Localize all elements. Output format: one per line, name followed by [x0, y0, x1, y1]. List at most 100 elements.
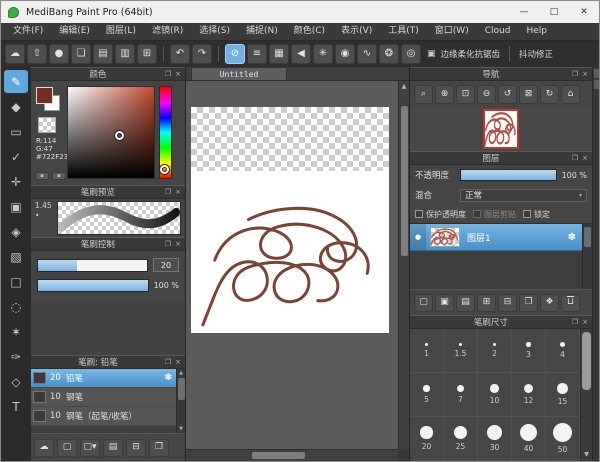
- brush-list-scrollbar[interactable]: ▲ ▼: [176, 369, 185, 433]
- brush-folder-button[interactable]: ⊟: [126, 438, 146, 457]
- hue-cursor[interactable]: [160, 165, 169, 175]
- sv-cursor[interactable]: [115, 130, 125, 140]
- layer-visibility-toggle[interactable]: ●: [410, 224, 426, 250]
- checkbox[interactable]: [415, 210, 423, 218]
- popout-icon[interactable]: ❐: [165, 70, 171, 78]
- snap-concentric-button[interactable]: ◎: [401, 44, 421, 64]
- menu-item[interactable]: 选择(S): [191, 23, 238, 40]
- menu-item[interactable]: 工具(T): [380, 23, 427, 40]
- close-icon[interactable]: ×: [582, 154, 588, 162]
- select-pen-tool[interactable]: ✑: [4, 345, 28, 368]
- add-1bit-layer-button[interactable]: ▤: [456, 293, 475, 312]
- brush-size-cell[interactable]: 25: [444, 417, 478, 461]
- menu-item[interactable]: 编辑(E): [51, 23, 98, 40]
- close-icon[interactable]: ×: [175, 240, 181, 248]
- menu-item[interactable]: 颜色(C): [286, 23, 333, 40]
- menu-item[interactable]: 滤镜(R): [144, 23, 191, 40]
- rotate-left-button[interactable]: ↺: [498, 84, 517, 104]
- brush-size-cell[interactable]: 20: [410, 417, 444, 461]
- popout-icon[interactable]: ❐: [572, 70, 578, 78]
- scrollbar-thumb[interactable]: [582, 332, 591, 390]
- snap-radial-button[interactable]: ✳: [313, 44, 333, 64]
- layer-list-scrollbar[interactable]: [582, 224, 592, 289]
- edge-toggle-button[interactable]: [593, 69, 599, 78]
- snap-grid-button[interactable]: ▦: [269, 44, 289, 64]
- operation-tool[interactable]: ✓: [4, 145, 28, 168]
- scroll-up-icon[interactable]: ▲: [402, 81, 407, 92]
- stabilizer-label[interactable]: 抖动修正: [519, 48, 553, 60]
- popout-icon[interactable]: ❐: [572, 318, 578, 326]
- close-icon[interactable]: ×: [175, 70, 181, 78]
- select-eraser-tool[interactable]: ◇: [4, 370, 28, 393]
- undo-button[interactable]: ↶: [170, 44, 190, 64]
- navigator-thumbnail[interactable]: [483, 109, 519, 149]
- close-icon[interactable]: ×: [175, 358, 181, 366]
- antialias-icon[interactable]: ▣: [427, 49, 436, 59]
- document-button[interactable]: ▤: [93, 44, 113, 64]
- brush-add-menu-button[interactable]: ▢▾: [80, 438, 100, 457]
- brush-cloud-button[interactable]: ☁: [34, 438, 54, 457]
- brush-size-cell[interactable]: 40: [512, 417, 546, 461]
- scroll-up-icon[interactable]: ▲: [179, 369, 183, 377]
- brush-size-cell[interactable]: 1: [410, 329, 444, 373]
- gradient-tool[interactable]: ▧: [4, 245, 28, 268]
- hue-slider[interactable]: [159, 86, 172, 179]
- transfer-layer-button[interactable]: ❖: [540, 293, 559, 312]
- snap-vanishing-button[interactable]: ◀: [291, 44, 311, 64]
- shape-tool[interactable]: ▭: [4, 120, 28, 143]
- menu-item[interactable]: 窗口(W): [427, 23, 477, 40]
- foreground-color-swatch[interactable]: [36, 87, 53, 104]
- lock-checkbox[interactable]: 锁定: [523, 209, 550, 220]
- brush-size-cell[interactable]: 10: [478, 373, 512, 417]
- reset-rotation-button[interactable]: ⊠: [519, 84, 538, 104]
- canvas-viewport[interactable]: ▲: [186, 81, 409, 461]
- popout-icon[interactable]: ❐: [572, 154, 578, 162]
- menu-item[interactable]: 图层(L): [98, 23, 144, 40]
- canvas-horizontal-scrollbar[interactable]: [186, 449, 398, 461]
- blend-mode-dropdown[interactable]: 正常 ▾: [460, 188, 587, 202]
- brush-pencil[interactable]: 20 铅笔 ✽: [31, 369, 176, 388]
- brush-size-scrollbar[interactable]: ▼: [580, 329, 592, 461]
- brush-duplicate-button[interactable]: ❐: [149, 438, 169, 457]
- canvas-transparent-region[interactable]: [191, 107, 389, 171]
- scrollbar-thumb[interactable]: [400, 106, 408, 256]
- eraser-tool[interactable]: ◆: [4, 95, 28, 118]
- material-grid-button[interactable]: ⊞: [137, 44, 157, 64]
- snap-off-button[interactable]: ⊘: [225, 44, 245, 64]
- snap-ellipse-button[interactable]: ❂: [379, 44, 399, 64]
- layer-1[interactable]: ● 图层1 ✽: [410, 224, 582, 251]
- brush-pen-inout[interactable]: 10 钢笔（起笔/收笔） ✽: [31, 407, 176, 426]
- navigator-preview-area[interactable]: [410, 107, 592, 151]
- brush-add-button[interactable]: ▢: [57, 438, 77, 457]
- popout-icon[interactable]: ❐: [165, 358, 171, 366]
- close-button[interactable]: ✕: [569, 1, 599, 23]
- close-icon[interactable]: ×: [175, 188, 181, 196]
- popout-icon[interactable]: ❐: [165, 240, 171, 248]
- redo-button[interactable]: ↷: [192, 44, 212, 64]
- brush-size-cell[interactable]: 50: [546, 417, 580, 461]
- close-icon[interactable]: ×: [582, 70, 588, 78]
- menu-item[interactable]: 文件(F): [5, 23, 51, 40]
- protect-alpha-checkbox[interactable]: 保护透明度: [415, 209, 466, 220]
- rotate-right-button[interactable]: ↻: [540, 84, 559, 104]
- brush-size-cell[interactable]: 15: [546, 373, 580, 417]
- brush-tool[interactable]: ✎: [4, 70, 28, 93]
- lasso-tool[interactable]: ◌: [4, 295, 28, 318]
- cloud-button[interactable]: ☁: [5, 44, 25, 64]
- scrollbar-thumb[interactable]: [177, 378, 185, 400]
- zoom-out-button[interactable]: ⊖: [477, 84, 496, 104]
- fit-screen-button[interactable]: ⊡: [456, 84, 475, 104]
- add-halftone-layer-button[interactable]: ▣: [435, 293, 454, 312]
- menu-item[interactable]: 表示(V): [333, 23, 380, 40]
- zoom-in-button[interactable]: ⊕: [435, 84, 454, 104]
- brush-opacity-slider[interactable]: [37, 279, 149, 292]
- menu-item[interactable]: Cloud: [477, 23, 519, 40]
- clipping-checkbox[interactable]: 图层剪贴: [473, 209, 516, 220]
- scrollbar-thumb[interactable]: [251, 452, 305, 459]
- snap-parallel-button[interactable]: ≡: [247, 44, 267, 64]
- close-icon[interactable]: ×: [582, 318, 588, 326]
- brush-size-cell[interactable]: 7: [444, 373, 478, 417]
- document-tab[interactable]: Untitled: [191, 67, 287, 80]
- checkbox[interactable]: [523, 210, 531, 218]
- select-rect-tool[interactable]: □: [4, 270, 28, 293]
